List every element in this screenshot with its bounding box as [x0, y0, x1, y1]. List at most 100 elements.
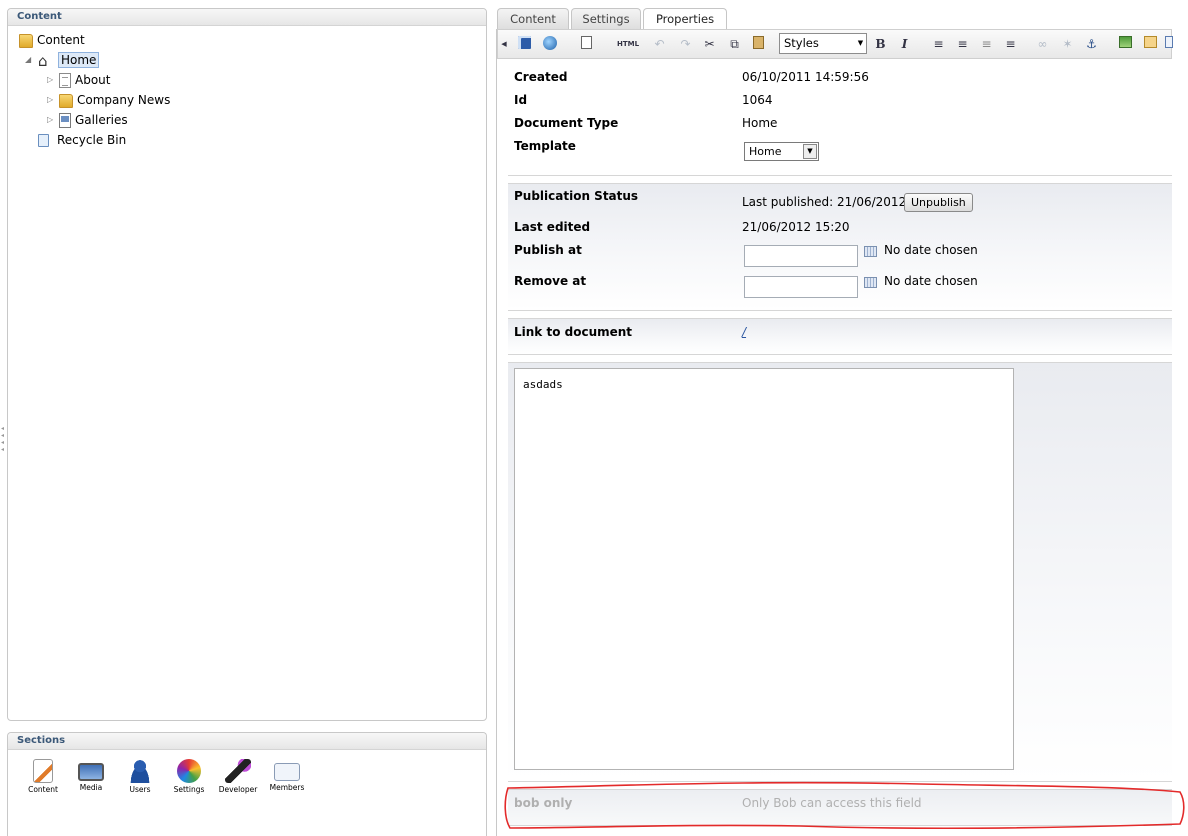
splitter-handle[interactable]: ◂ ◂ ◂ ◂: [1, 425, 6, 453]
expanded-arrow-icon[interactable]: ◢: [25, 51, 33, 69]
section-members[interactable]: Members: [263, 759, 311, 792]
template-select[interactable]: Home ▼: [744, 142, 819, 161]
collapsed-arrow-icon[interactable]: ▷: [47, 71, 55, 89]
link-icon[interactable]: ∞: [1034, 36, 1051, 53]
section-label: Media: [79, 783, 103, 792]
publish-at-note: No date chosen: [884, 243, 978, 257]
section-label: Users: [129, 785, 151, 794]
save-and-publish-icon[interactable]: [541, 36, 558, 53]
gallery-icon: [59, 113, 71, 128]
folder-icon: [59, 93, 73, 108]
styles-dropdown[interactable]: Styles ▼: [779, 33, 867, 54]
tree-node-about[interactable]: About: [59, 71, 110, 89]
link-to-document-label: Link to document: [514, 325, 633, 339]
tab-settings[interactable]: Settings: [571, 8, 641, 29]
last-edited-label: Last edited: [514, 220, 591, 234]
tree-label-content: Content: [37, 33, 85, 47]
numbered-list-icon[interactable]: ≡: [954, 36, 971, 53]
styles-dropdown-value: Styles: [784, 36, 819, 50]
tab-content[interactable]: Content: [497, 8, 569, 29]
section-developer[interactable]: Developer: [214, 759, 262, 794]
document-icon: [59, 73, 71, 88]
settings-icon: [177, 759, 201, 783]
members-card-icon: [274, 763, 300, 781]
section-label: Settings: [173, 785, 205, 794]
section-label: Content: [28, 785, 58, 794]
link-section: Link to document /: [508, 318, 1172, 355]
bold-button[interactable]: B: [872, 36, 889, 53]
tree-node-home[interactable]: ⌂ Home: [38, 51, 100, 70]
insert-image-icon[interactable]: [1117, 36, 1134, 53]
remove-at-input[interactable]: [744, 276, 858, 298]
insert-macro-icon[interactable]: [1142, 36, 1159, 53]
cut-icon[interactable]: ✂: [701, 36, 718, 53]
tree-node-galleries[interactable]: Galleries: [59, 111, 128, 129]
chevron-down-icon: ▼: [857, 39, 864, 47]
tree-label-home: Home: [58, 52, 100, 68]
magic-wand-icon: [225, 759, 251, 783]
tree-node-recycle-bin[interactable]: Recycle Bin: [38, 131, 126, 149]
save-icon[interactable]: [516, 36, 533, 53]
publish-at-label: Publish at: [514, 243, 582, 257]
paste-icon[interactable]: [750, 36, 767, 53]
section-content[interactable]: Content: [19, 759, 67, 794]
publication-status-label: Publication Status: [514, 189, 639, 203]
preview-icon[interactable]: [578, 36, 595, 53]
html-source-button[interactable]: HTML: [615, 36, 641, 53]
copy-icon[interactable]: ⧉: [726, 36, 743, 53]
id-label: Id: [514, 93, 528, 107]
id-value: 1064: [742, 93, 773, 107]
section-label: Developer: [218, 785, 258, 794]
sections-panel: Sections Content Media Users Settings De…: [7, 732, 487, 836]
last-edited-value: 21/06/2012 15:20: [742, 220, 850, 234]
collapsed-arrow-icon[interactable]: ▷: [47, 91, 55, 109]
tree-node-company-news[interactable]: Company News: [59, 91, 170, 109]
content-panel-header: Content: [8, 9, 486, 26]
last-published-value: Last published: 21/06/2012: [742, 195, 907, 209]
undo-icon[interactable]: ↶: [651, 36, 668, 53]
insert-table-icon[interactable]: [1165, 36, 1173, 53]
anchor-icon[interactable]: ⚓: [1083, 36, 1100, 53]
editor-toolbar: ◀ HTML ↶ ↷ ✂ ⧉ Styles ▼ B I ≡ ≡ ≡ ≡ ∞ ✶ …: [497, 29, 1173, 59]
content-tree-panel: Content Content ◢ ⌂ Home ▷ About ▷ Compan…: [7, 8, 487, 721]
created-value: 06/10/2011 14:59:56: [742, 70, 869, 84]
document-type-label: Document Type: [514, 116, 619, 130]
tab-properties[interactable]: Properties: [643, 8, 727, 30]
calendar-icon[interactable]: [864, 277, 877, 288]
template-select-value: Home: [749, 145, 782, 158]
section-settings[interactable]: Settings: [165, 759, 213, 794]
home-icon: ⌂: [38, 51, 48, 70]
rich-text-editor[interactable]: asdads: [514, 368, 1014, 770]
users-icon: [127, 759, 153, 783]
document-type-value: Home: [742, 116, 778, 130]
section-label: Members: [269, 783, 305, 792]
tree-label-recycle-bin: Recycle Bin: [57, 133, 127, 147]
section-users[interactable]: Users: [116, 759, 164, 794]
bullet-list-icon[interactable]: ≡: [930, 36, 947, 53]
indent-icon[interactable]: ≡: [1002, 36, 1019, 53]
redo-icon[interactable]: ↷: [677, 36, 694, 53]
publish-at-input[interactable]: [744, 245, 858, 267]
media-icon: [78, 763, 104, 781]
tree-label-company-news: Company News: [77, 93, 171, 107]
outdent-icon[interactable]: ≡: [978, 36, 995, 53]
calendar-icon[interactable]: [864, 246, 877, 257]
pencil-page-icon: [33, 759, 53, 783]
remove-at-label: Remove at: [514, 274, 587, 288]
chevron-down-icon: ▼: [803, 144, 817, 159]
sections-panel-header: Sections: [8, 733, 486, 750]
link-to-document-value[interactable]: /: [742, 325, 746, 339]
remove-at-note: No date chosen: [884, 274, 978, 288]
red-annotation-outline: [504, 781, 1185, 829]
unlink-icon[interactable]: ✶: [1059, 36, 1076, 53]
publication-section: Publication Status Last published: 21/06…: [508, 183, 1172, 311]
tree-node-content-root[interactable]: Content: [19, 31, 85, 49]
created-label: Created: [514, 70, 568, 84]
italic-button[interactable]: I: [896, 36, 913, 53]
tree-label-about: About: [75, 73, 111, 87]
unpublish-button[interactable]: Unpublish: [904, 193, 973, 212]
folder-icon: [19, 33, 33, 48]
collapsed-arrow-icon[interactable]: ▷: [47, 111, 55, 129]
toolbar-scroll-left-icon[interactable]: ◀: [500, 36, 508, 53]
section-media[interactable]: Media: [67, 759, 115, 792]
